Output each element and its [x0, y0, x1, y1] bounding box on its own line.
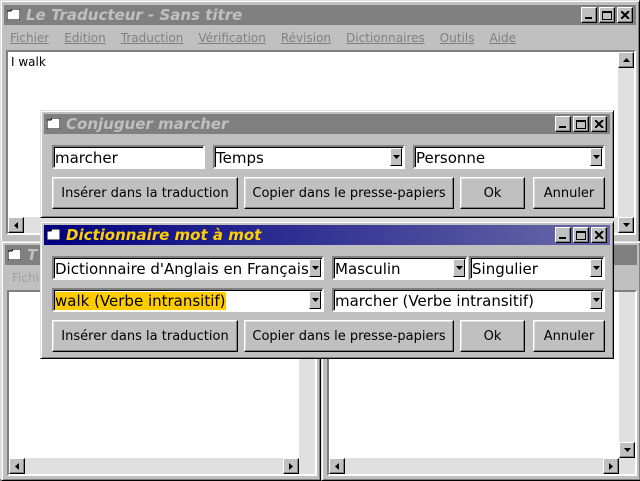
scroll-down-button[interactable] — [618, 217, 634, 233]
arrow-up-icon — [622, 58, 630, 62]
chevron-down-icon — [592, 298, 600, 302]
menu-outils[interactable]: Outils — [434, 28, 484, 48]
main-titlebar[interactable]: Le Traducteur - Sans titre — [4, 5, 636, 25]
left-subwindow-title: T — [27, 246, 38, 264]
minimize-button[interactable] — [555, 227, 571, 243]
number-value: Singulier — [472, 260, 538, 278]
target-word-select[interactable]: marcher (Verbe intransitif) — [332, 288, 605, 312]
maximize-icon — [576, 119, 586, 129]
number-select[interactable]: Singulier — [469, 256, 605, 280]
conjugate-dialog: Conjuguer marcher marcher Temps Personne… — [40, 110, 614, 218]
dropdown-button[interactable] — [590, 259, 602, 277]
chevron-down-icon — [392, 155, 400, 159]
gender-select[interactable]: Masculin — [332, 256, 468, 280]
copy-clipboard-button[interactable]: Copier dans le presse-papiers — [244, 177, 454, 209]
arrow-right-icon — [289, 462, 293, 470]
chevron-down-icon — [311, 266, 319, 270]
dictionary-select[interactable]: Dictionnaire d'Anglais en Français — [52, 256, 324, 280]
right-hscrollbar[interactable] — [329, 458, 619, 474]
dictionary-value: Dictionnaire d'Anglais en Français — [55, 260, 309, 278]
minimize-icon — [559, 237, 566, 239]
arrow-left-icon — [15, 462, 19, 470]
conjugate-title: Conjuguer marcher — [66, 115, 229, 133]
menu-aide[interactable]: Aide — [483, 28, 525, 48]
insert-translation-button[interactable]: Insérer dans la traduction — [52, 177, 238, 209]
close-icon — [594, 231, 604, 239]
document-icon[interactable] — [47, 229, 60, 240]
maximize-icon — [602, 10, 612, 20]
source-word-value: walk (Verbe intransitif) — [55, 292, 226, 310]
dropdown-button[interactable] — [390, 148, 402, 166]
document-icon[interactable] — [47, 118, 60, 129]
document-icon[interactable] — [7, 9, 20, 20]
cancel-button[interactable]: Annuler — [533, 320, 605, 352]
main-title: Le Traducteur - Sans titre — [26, 6, 243, 24]
cancel-button[interactable]: Annuler — [533, 177, 605, 209]
maximize-button[interactable] — [573, 227, 589, 243]
minimize-icon — [559, 126, 566, 128]
source-text: I walk — [11, 55, 46, 69]
insert-translation-button[interactable]: Insérer dans la traduction — [52, 320, 238, 352]
menu-revision[interactable]: Révision — [275, 28, 340, 48]
main-menubar: Fichier Edition Traduction Vérification … — [4, 28, 636, 48]
menu-fichier[interactable]: Fichier — [4, 28, 58, 48]
scroll-right-button[interactable] — [283, 458, 299, 474]
close-icon — [620, 11, 630, 19]
maximize-icon — [576, 230, 586, 240]
minimize-button[interactable] — [581, 7, 597, 23]
person-value: Personne — [416, 149, 486, 167]
arrow-down-icon — [622, 223, 630, 227]
scroll-left-button[interactable] — [329, 458, 345, 474]
person-select[interactable]: Personne — [413, 145, 605, 169]
close-button[interactable] — [591, 227, 607, 243]
scroll-left-button[interactable] — [9, 458, 25, 474]
arrow-left-icon — [335, 462, 339, 470]
maximize-button[interactable] — [573, 116, 589, 132]
source-word-select[interactable]: walk (Verbe intransitif) — [52, 288, 324, 312]
right-vscrollbar[interactable] — [619, 292, 635, 474]
target-word-value: marcher (Verbe intransitif) — [335, 292, 535, 310]
dictionary-dialog: Dictionnaire mot à mot Dictionnaire d'An… — [40, 221, 614, 359]
close-button[interactable] — [617, 7, 633, 23]
dictionary-title: Dictionnaire mot à mot — [66, 226, 262, 244]
verb-value: marcher — [55, 149, 118, 167]
conjugate-titlebar[interactable]: Conjuguer marcher — [44, 114, 610, 134]
chevron-down-icon — [311, 298, 319, 302]
dropdown-button[interactable] — [590, 291, 602, 309]
arrow-down-icon — [623, 448, 631, 452]
dropdown-button[interactable] — [309, 291, 321, 309]
dropdown-button[interactable] — [309, 259, 321, 277]
gender-value: Masculin — [335, 260, 401, 278]
close-icon — [594, 120, 604, 128]
menu-edition[interactable]: Edition — [58, 28, 115, 48]
menu-verification[interactable]: Vérification — [192, 28, 274, 48]
tense-select[interactable]: Temps — [213, 145, 405, 169]
minimize-icon — [585, 17, 592, 19]
chevron-down-icon — [455, 266, 463, 270]
source-vscrollbar[interactable] — [618, 52, 634, 233]
scroll-right-button[interactable] — [603, 458, 619, 474]
ok-button[interactable]: Ok — [460, 177, 525, 209]
verb-input[interactable]: marcher — [52, 145, 205, 169]
dropdown-button[interactable] — [453, 259, 465, 277]
left-hscrollbar[interactable] — [9, 458, 315, 474]
minimize-button[interactable] — [555, 116, 571, 132]
dictionary-titlebar[interactable]: Dictionnaire mot à mot — [44, 225, 610, 245]
dropdown-button[interactable] — [590, 148, 602, 166]
arrow-right-icon — [609, 462, 613, 470]
arrow-left-icon — [14, 221, 18, 229]
maximize-button[interactable] — [599, 7, 615, 23]
scroll-down-button[interactable] — [619, 442, 635, 458]
document-icon[interactable] — [8, 249, 21, 260]
chevron-down-icon — [592, 155, 600, 159]
scroll-left-button[interactable] — [8, 217, 24, 233]
ok-button[interactable]: Ok — [460, 320, 525, 352]
close-button[interactable] — [591, 116, 607, 132]
menu-traduction[interactable]: Traduction — [115, 28, 193, 48]
tense-value: Temps — [216, 149, 264, 167]
chevron-down-icon — [592, 266, 600, 270]
menu-dictionnaires[interactable]: Dictionnaires — [340, 28, 434, 48]
scroll-up-button[interactable] — [618, 52, 634, 68]
copy-clipboard-button[interactable]: Copier dans le presse-papiers — [244, 320, 454, 352]
